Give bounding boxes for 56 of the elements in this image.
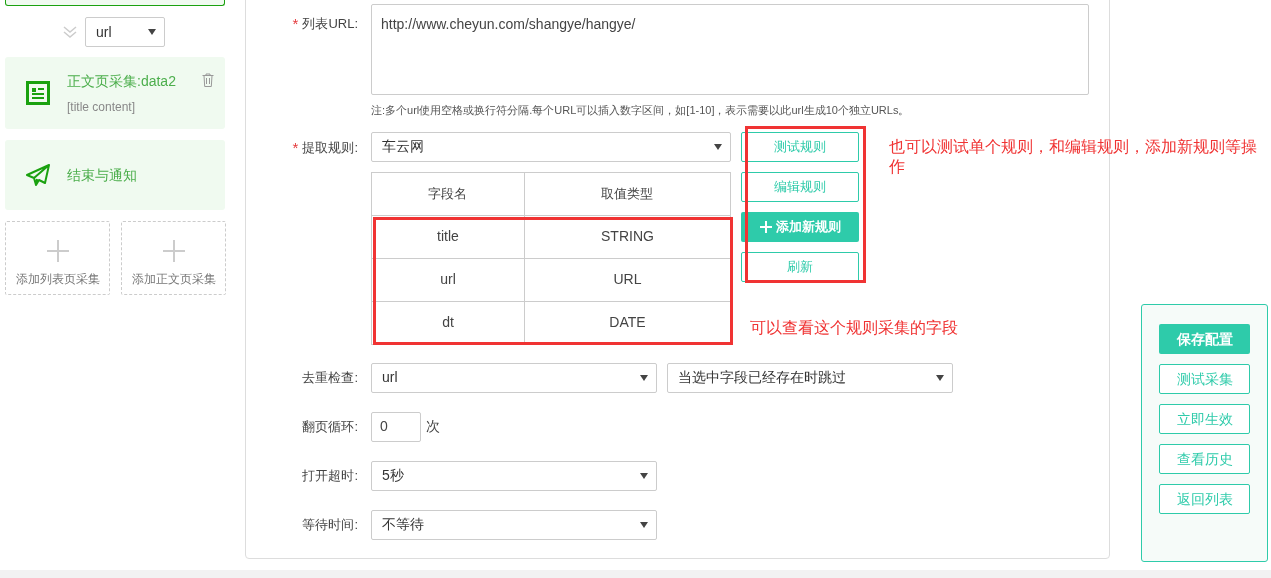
column-header: 字段名 xyxy=(371,172,525,215)
timeout-select[interactable]: 5秒 xyxy=(371,460,657,491)
action-button[interactable]: 保存配置 xyxy=(1159,324,1250,354)
plus-icon xyxy=(46,240,69,262)
table-cell: title xyxy=(371,215,525,258)
step-title: 结束与通知 xyxy=(67,165,137,185)
dropdown-arrow-icon xyxy=(640,521,648,528)
url-hint: 注:多个url使用空格或换行符分隔.每个URL可以插入数字区间，如[1-10]，表示需要以此url生成10个独立URLs。 xyxy=(371,103,911,118)
step-card[interactable] xyxy=(5,0,225,6)
column-header: 取值类型 xyxy=(524,172,731,215)
step-fields: [title content] xyxy=(67,97,176,116)
action-button[interactable]: 查看历史 xyxy=(1159,444,1250,474)
document-icon xyxy=(26,81,50,105)
action-button[interactable]: 返回列表 xyxy=(1159,484,1250,514)
field-label: 提取规则: xyxy=(302,139,358,156)
dropdown-arrow-icon xyxy=(148,29,156,35)
page-loop-input[interactable]: 0 xyxy=(371,411,421,442)
action-button[interactable]: 测试采集 xyxy=(1159,364,1250,394)
dedup-mode-select[interactable]: 当选中字段已经存在时跳过 xyxy=(667,362,953,393)
add-step-tile[interactable]: 添加正文页采集 xyxy=(121,221,226,295)
required-icon: * xyxy=(292,139,299,156)
field-label: 列表URL: xyxy=(302,16,358,32)
paper-plane-icon xyxy=(26,164,50,186)
annotation-text: 可以查看这个规则采集的字段 xyxy=(750,318,959,338)
action-button[interactable]: 立即生效 xyxy=(1159,404,1250,434)
annotation-text: 也可以测试单个规则，和编辑规则，添加新规则等操作 xyxy=(889,137,1258,177)
rule-button[interactable]: 添加新规则 xyxy=(741,211,859,242)
dropdown-arrow-icon xyxy=(640,374,648,381)
field-label: 打开超时: xyxy=(302,467,358,484)
table-cell: STRING xyxy=(524,215,731,258)
dedup-field-select[interactable]: url xyxy=(371,362,657,393)
rule-button[interactable]: 编辑规则 xyxy=(741,171,859,202)
double-chevron-down-icon xyxy=(63,25,77,39)
trash-icon[interactable] xyxy=(202,73,214,87)
plus-icon xyxy=(759,220,772,233)
flow-select[interactable]: url xyxy=(85,17,165,47)
step-title: 正文页采集:data2 xyxy=(67,71,176,91)
wait-select[interactable]: 不等待 xyxy=(371,509,657,540)
dropdown-arrow-icon xyxy=(640,472,648,479)
required-icon: * xyxy=(292,16,299,32)
table-cell: dt xyxy=(371,301,525,344)
rule-button[interactable]: 刷新 xyxy=(741,251,859,282)
plus-icon xyxy=(162,240,185,262)
step-card[interactable]: 正文页采集:data2 [title content] xyxy=(5,57,225,129)
field-label: 翻页循环: xyxy=(302,418,358,435)
rule-select[interactable]: 车云网 xyxy=(371,131,731,162)
dropdown-arrow-icon xyxy=(714,143,722,150)
field-label: 去重检查: xyxy=(302,369,358,386)
rule-button[interactable]: 测试规则 xyxy=(741,131,859,162)
add-step-tile[interactable]: 添加列表页采集 xyxy=(5,221,110,295)
unit-label: 次 xyxy=(426,417,440,436)
table-cell: url xyxy=(371,258,525,301)
step-card[interactable]: 结束与通知 xyxy=(5,140,225,210)
dropdown-arrow-icon xyxy=(936,374,944,381)
url-textarea[interactable]: http://www.cheyun.com/shangye/hangye/ xyxy=(371,4,1089,95)
field-label: 等待时间: xyxy=(302,516,358,533)
